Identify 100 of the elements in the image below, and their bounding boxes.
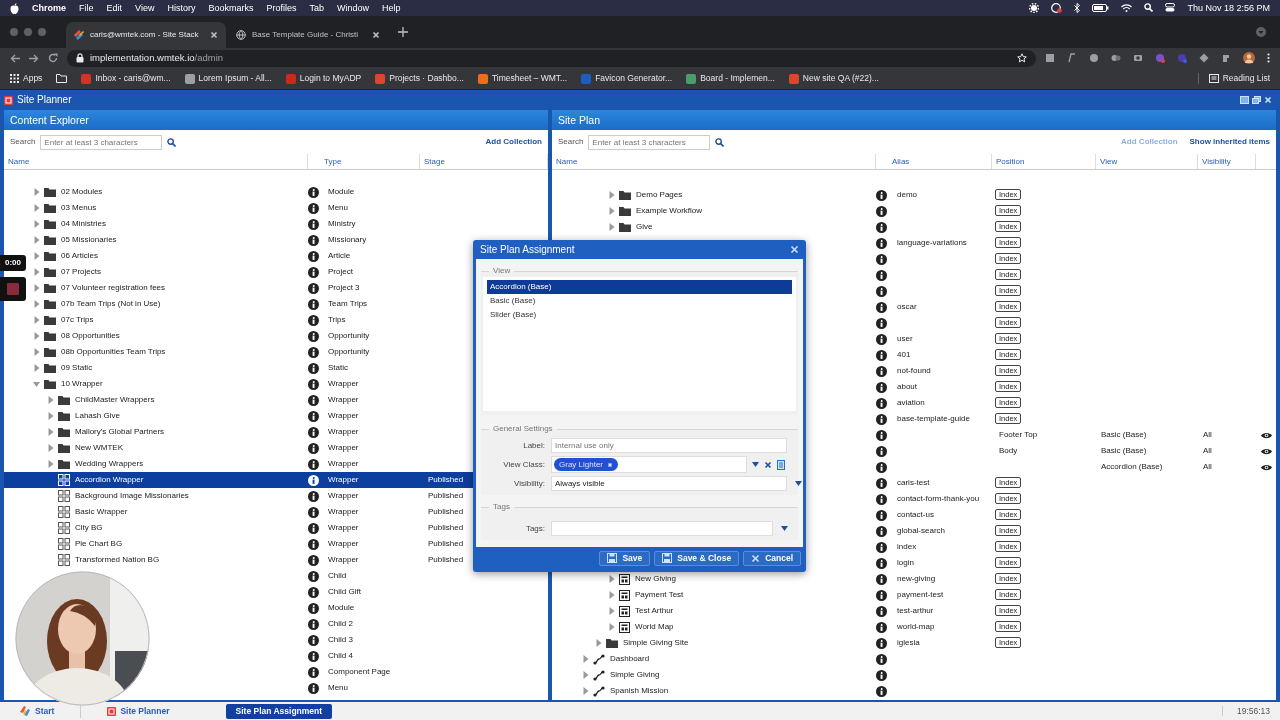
info-icon[interactable] (308, 426, 319, 438)
expand-arrow-icon[interactable] (33, 204, 41, 212)
info-icon[interactable] (876, 317, 887, 329)
cancel-button[interactable]: Cancel (743, 550, 801, 566)
record-icon[interactable] (1051, 3, 1063, 13)
expand-arrow-icon[interactable] (608, 623, 616, 631)
info-icon[interactable] (308, 298, 319, 310)
bookmark-link[interactable]: Timesheet – WMT... (477, 73, 568, 84)
bookmark-link[interactable]: New site QA (#22)... (788, 73, 879, 84)
item-name[interactable]: Test Arthur (635, 606, 674, 616)
expand-arrow-icon[interactable] (47, 460, 55, 468)
battery-icon[interactable] (1092, 4, 1110, 12)
info-icon[interactable] (308, 554, 319, 566)
more-icon[interactable] (1267, 53, 1270, 63)
expand-arrow-icon[interactable] (608, 575, 616, 583)
column-header[interactable]: Alias (888, 154, 992, 169)
search-icon[interactable] (167, 137, 177, 147)
save-button[interactable]: Save & Close (654, 550, 740, 566)
info-icon[interactable] (308, 666, 319, 678)
info-icon[interactable] (308, 602, 319, 614)
browser-tab[interactable]: caris@wmtek.com - Site Stack (66, 22, 226, 48)
expand-arrow-icon[interactable] (608, 607, 616, 615)
info-icon[interactable] (308, 506, 319, 518)
info-icon[interactable] (876, 269, 887, 281)
caret-icon[interactable] (752, 462, 759, 467)
menu-item[interactable]: Tab (309, 2, 324, 14)
info-icon[interactable] (876, 653, 887, 665)
info-icon[interactable] (308, 362, 319, 374)
apple-icon[interactable] (10, 2, 19, 14)
item-name[interactable]: Wedding Wrappers (75, 459, 144, 469)
info-icon[interactable] (308, 234, 319, 246)
item-name[interactable]: Spanish Mission (610, 686, 669, 696)
column-header[interactable]: Stage (420, 154, 548, 169)
expand-arrow-icon[interactable] (33, 284, 41, 292)
extension-icon[interactable] (1133, 53, 1143, 63)
item-name[interactable]: Payment Test (635, 590, 684, 600)
column-header[interactable]: View (1096, 154, 1198, 169)
expand-arrow-icon[interactable] (608, 191, 616, 199)
info-icon[interactable] (308, 202, 319, 214)
item-name[interactable]: City BG (75, 523, 103, 533)
info-icon[interactable] (876, 397, 887, 409)
item-name[interactable]: 07 Projects (61, 267, 102, 277)
remove-icon[interactable] (607, 461, 614, 468)
folder-icon[interactable] (56, 74, 68, 83)
info-icon[interactable] (876, 221, 887, 233)
search-field[interactable]: Enter at least 3 characters (588, 134, 711, 150)
item-name[interactable]: Mallory's Global Partners (75, 427, 165, 437)
bluetooth-icon[interactable] (1074, 3, 1081, 13)
item-name[interactable]: World Map (635, 622, 674, 632)
info-icon[interactable] (876, 605, 887, 617)
control-center-icon[interactable] (1165, 3, 1176, 13)
bookmark-link[interactable]: Projects · Dashbo... (375, 73, 464, 84)
list-icon[interactable] (777, 459, 785, 470)
column-header[interactable]: Name (4, 154, 308, 169)
view-class-field[interactable]: Gray Lighter (551, 456, 747, 473)
visibility-select[interactable]: Always visible (551, 476, 787, 491)
item-name[interactable]: Give (636, 222, 653, 232)
info-icon[interactable] (876, 669, 887, 681)
tab-menu-icon[interactable] (1256, 27, 1266, 37)
reading-list-button[interactable]: Reading List (1197, 73, 1270, 84)
eye-icon[interactable] (1260, 447, 1272, 455)
taskbar-button[interactable]: Site Planner (97, 703, 180, 719)
expand-arrow-icon[interactable] (47, 396, 55, 404)
info-icon[interactable] (876, 237, 887, 249)
bookmark-link[interactable]: Login to MyADP (285, 73, 362, 84)
expand-arrow-icon[interactable] (582, 687, 590, 695)
info-icon[interactable] (308, 330, 319, 342)
info-icon[interactable] (876, 381, 887, 393)
info-icon[interactable] (308, 394, 319, 406)
item-name[interactable]: Background Image Missionaries (75, 491, 189, 501)
info-icon[interactable] (308, 218, 319, 230)
start-button[interactable]: Start (10, 703, 65, 719)
info-icon[interactable] (876, 349, 887, 361)
info-icon[interactable] (876, 637, 887, 649)
expand-arrow-icon[interactable] (33, 220, 41, 228)
item-name[interactable]: 08 Opportunities (61, 331, 120, 341)
item-name[interactable]: ChildMaster Wrappers (75, 395, 155, 405)
info-icon[interactable] (876, 525, 887, 537)
expand-arrow-icon[interactable] (582, 655, 590, 663)
expand-arrow-icon[interactable] (33, 300, 41, 308)
expand-arrow-icon[interactable] (33, 268, 41, 276)
save-button[interactable]: Save (599, 550, 651, 566)
address-bar[interactable]: implementation.wmtek.io/admin (67, 49, 1036, 67)
info-icon[interactable] (876, 461, 887, 473)
expand-arrow-icon[interactable] (33, 364, 41, 372)
info-icon[interactable] (308, 250, 319, 262)
item-name[interactable]: New Giving (635, 574, 676, 584)
extension-icon[interactable] (1089, 53, 1099, 63)
item-name[interactable]: 07 Volunteer registration fees (61, 283, 166, 293)
info-icon[interactable] (876, 621, 887, 633)
item-name[interactable]: Simple Giving Site (623, 638, 689, 648)
back-icon[interactable] (10, 53, 20, 63)
menu-item[interactable]: History (167, 2, 196, 14)
info-icon[interactable] (876, 509, 887, 521)
info-icon[interactable] (308, 458, 319, 470)
column-header[interactable]: Name (552, 154, 876, 169)
item-name[interactable]: 09 Static (61, 363, 93, 373)
caret-icon[interactable] (781, 526, 788, 531)
info-icon[interactable] (876, 589, 887, 601)
info-icon[interactable] (876, 477, 887, 489)
